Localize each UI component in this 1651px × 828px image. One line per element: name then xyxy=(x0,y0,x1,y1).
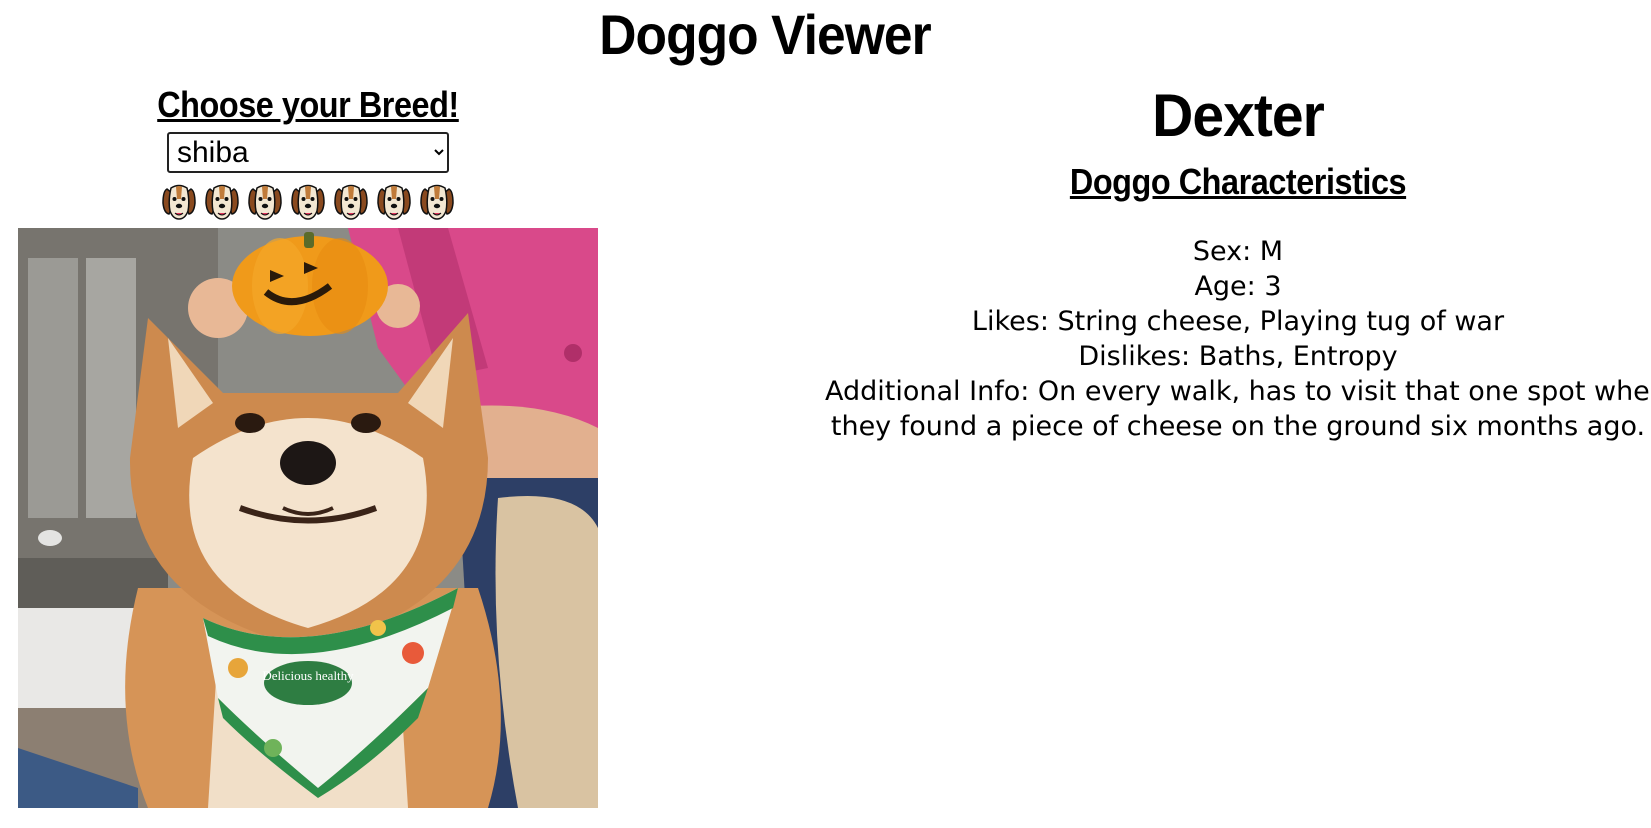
breed-select-wrapper: shiba xyxy=(18,132,598,173)
dislikes-field: Dislikes: Baths, Entropy xyxy=(1078,341,1398,372)
characteristics-heading: Doggo Characteristics xyxy=(1069,161,1407,202)
dog-face-icon xyxy=(161,183,197,221)
additional-info-line-2: they found a piece of cheese on the grou… xyxy=(830,411,1646,442)
dog-rating-row xyxy=(18,183,598,221)
choose-breed-heading: Choose your Breed! xyxy=(157,84,459,125)
app-title: Doggo Viewer xyxy=(599,3,931,66)
dog-face-icon xyxy=(376,183,412,221)
dog-details-panel: Dexter Doggo Characteristics Sex: M Age:… xyxy=(825,80,1651,444)
dog-face-icon xyxy=(290,183,326,221)
breed-select[interactable]: shiba xyxy=(167,132,449,173)
dog-name: Dexter xyxy=(1152,82,1325,149)
likes-field: Likes: String cheese, Playing tug of war xyxy=(971,306,1505,337)
dog-face-icon xyxy=(204,183,240,221)
sex-field: Sex: M xyxy=(1192,236,1284,267)
breed-panel: Choose your Breed! shiba xyxy=(18,80,598,221)
characteristics-list: Sex: M Age: 3 Likes: String cheese, Play… xyxy=(825,234,1651,444)
additional-info-line-1: Additional Info: On every walk, has to v… xyxy=(825,376,1651,407)
shiba-photo-image: Delicious healthy xyxy=(18,228,598,808)
bandana-text: Delicious healthy xyxy=(262,668,354,683)
dog-face-icon xyxy=(419,183,455,221)
dog-face-icon xyxy=(247,183,283,221)
dog-face-icon xyxy=(333,183,369,221)
age-field: Age: 3 xyxy=(1194,271,1282,302)
dog-photo: Delicious healthy xyxy=(18,228,598,808)
